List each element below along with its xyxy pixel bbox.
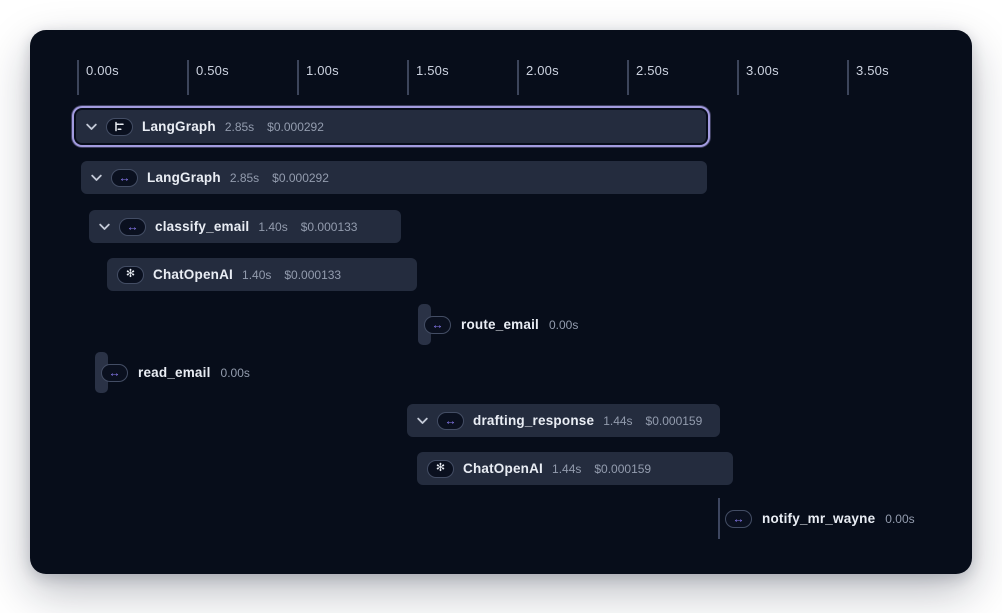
span-name: route_email xyxy=(461,317,539,332)
span-name: drafting_response xyxy=(473,413,594,428)
axis-tick xyxy=(737,60,739,95)
span-duration: 0.00s xyxy=(221,366,250,380)
span-label-route-email[interactable]: ↔ route_email 0.00s xyxy=(424,315,578,334)
axis-tick-label: 1.50s xyxy=(416,63,449,78)
span-bar-chatopenai-1[interactable]: ✻ ChatOpenAI 1.40s $0.000133 xyxy=(107,258,417,291)
span-duration: 0.00s xyxy=(885,512,914,526)
trace-waterfall-panel: 0.00s 0.50s 1.00s 1.50s 2.00s 2.50s 3.00… xyxy=(30,30,972,574)
span-cost: $0.000292 xyxy=(272,171,329,185)
span-label-read-email[interactable]: ↔ read_email 0.00s xyxy=(101,363,250,382)
axis-tick-label: 2.50s xyxy=(636,63,669,78)
span-label-notify-mr-wayne[interactable]: ↔ notify_mr_wayne 0.00s xyxy=(725,509,915,528)
chain-icon: ↔ xyxy=(725,510,752,528)
axis-tick-label: 0.50s xyxy=(196,63,229,78)
axis-tick-label: 2.00s xyxy=(526,63,559,78)
chevron-down-icon[interactable] xyxy=(99,223,110,231)
axis-tick-label: 3.50s xyxy=(856,63,889,78)
span-duration: 0.00s xyxy=(549,318,578,332)
span-bar-langgraph-root[interactable]: LangGraph 2.85s $0.000292 xyxy=(76,110,706,143)
axis-tick xyxy=(847,60,849,95)
chain-icon: ↔ xyxy=(424,316,451,334)
span-bar-drafting-response[interactable]: ↔ drafting_response 1.44s $0.000159 xyxy=(407,404,720,437)
chevron-down-icon[interactable] xyxy=(86,123,97,131)
chain-icon: ↔ xyxy=(111,169,138,187)
span-cost: $0.000133 xyxy=(284,268,341,282)
span-name: classify_email xyxy=(155,219,249,234)
axis-tick xyxy=(517,60,519,95)
openai-icon: ✻ xyxy=(117,266,144,284)
chevron-down-icon[interactable] xyxy=(91,174,102,182)
span-name: LangGraph xyxy=(142,119,216,134)
span-name: notify_mr_wayne xyxy=(762,511,875,526)
span-bar-langgraph[interactable]: ↔ LangGraph 2.85s $0.000292 xyxy=(81,161,707,194)
hierarchy-icon xyxy=(106,118,133,136)
axis-tick xyxy=(407,60,409,95)
openai-icon: ✻ xyxy=(427,460,454,478)
span-name: read_email xyxy=(138,365,211,380)
span-duration: 1.40s xyxy=(242,268,271,282)
trace-timeline: 0.00s 0.50s 1.00s 1.50s 2.00s 2.50s 3.00… xyxy=(30,30,972,574)
chain-icon: ↔ xyxy=(437,412,464,430)
span-cost: $0.000292 xyxy=(267,120,324,134)
span-name: ChatOpenAI xyxy=(153,267,233,282)
chevron-down-icon[interactable] xyxy=(417,417,428,425)
span-cost: $0.000159 xyxy=(594,462,651,476)
span-cost: $0.000159 xyxy=(646,414,703,428)
chain-icon: ↔ xyxy=(101,364,128,382)
axis-tick xyxy=(297,60,299,95)
span-duration: 1.40s xyxy=(258,220,287,234)
span-duration: 2.85s xyxy=(225,120,254,134)
span-cost: $0.000133 xyxy=(301,220,358,234)
axis-tick xyxy=(187,60,189,95)
span-bar-notify-mr-wayne[interactable] xyxy=(718,498,720,539)
axis-tick-label: 3.00s xyxy=(746,63,779,78)
axis-tick-label: 0.00s xyxy=(86,63,119,78)
axis-tick xyxy=(77,60,79,95)
span-bar-chatopenai-2[interactable]: ✻ ChatOpenAI 1.44s $0.000159 xyxy=(417,452,733,485)
span-name: LangGraph xyxy=(147,170,221,185)
span-duration: 2.85s xyxy=(230,171,259,185)
chain-icon: ↔ xyxy=(119,218,146,236)
span-duration: 1.44s xyxy=(552,462,581,476)
span-duration: 1.44s xyxy=(603,414,632,428)
span-bar-classify-email[interactable]: ↔ classify_email 1.40s $0.000133 xyxy=(89,210,401,243)
axis-tick xyxy=(627,60,629,95)
axis-tick-label: 1.00s xyxy=(306,63,339,78)
span-name: ChatOpenAI xyxy=(463,461,543,476)
